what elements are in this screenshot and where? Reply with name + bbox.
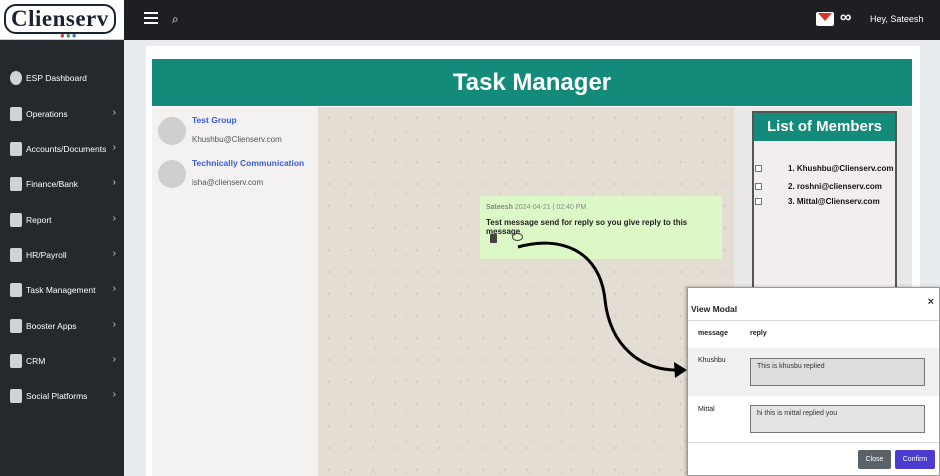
confirm-button[interactable]: Confirm [895, 450, 935, 469]
reply-textbox[interactable]: This is khusbu replied [750, 358, 925, 386]
close-icon[interactable]: × [928, 296, 934, 308]
arrow-head [674, 362, 687, 378]
column-header-reply: reply [750, 330, 767, 337]
arrow-path [517, 241, 683, 372]
divider [688, 320, 939, 321]
reply-author: Khushbu [698, 357, 726, 364]
divider [688, 442, 939, 443]
reply-row: Khushbu This is khusbu replied [688, 348, 939, 396]
view-modal: View Modal × message reply Khushbu This … [687, 287, 940, 476]
reply-author: Mittal [698, 406, 715, 413]
reply-row: Mittal hi this is mittal replied you [688, 396, 939, 440]
modal-title: View Modal [691, 304, 738, 314]
reply-textbox[interactable]: hi this is mittal replied you [750, 405, 925, 433]
close-button[interactable]: Close [858, 450, 891, 469]
column-header-message: message [698, 330, 728, 337]
